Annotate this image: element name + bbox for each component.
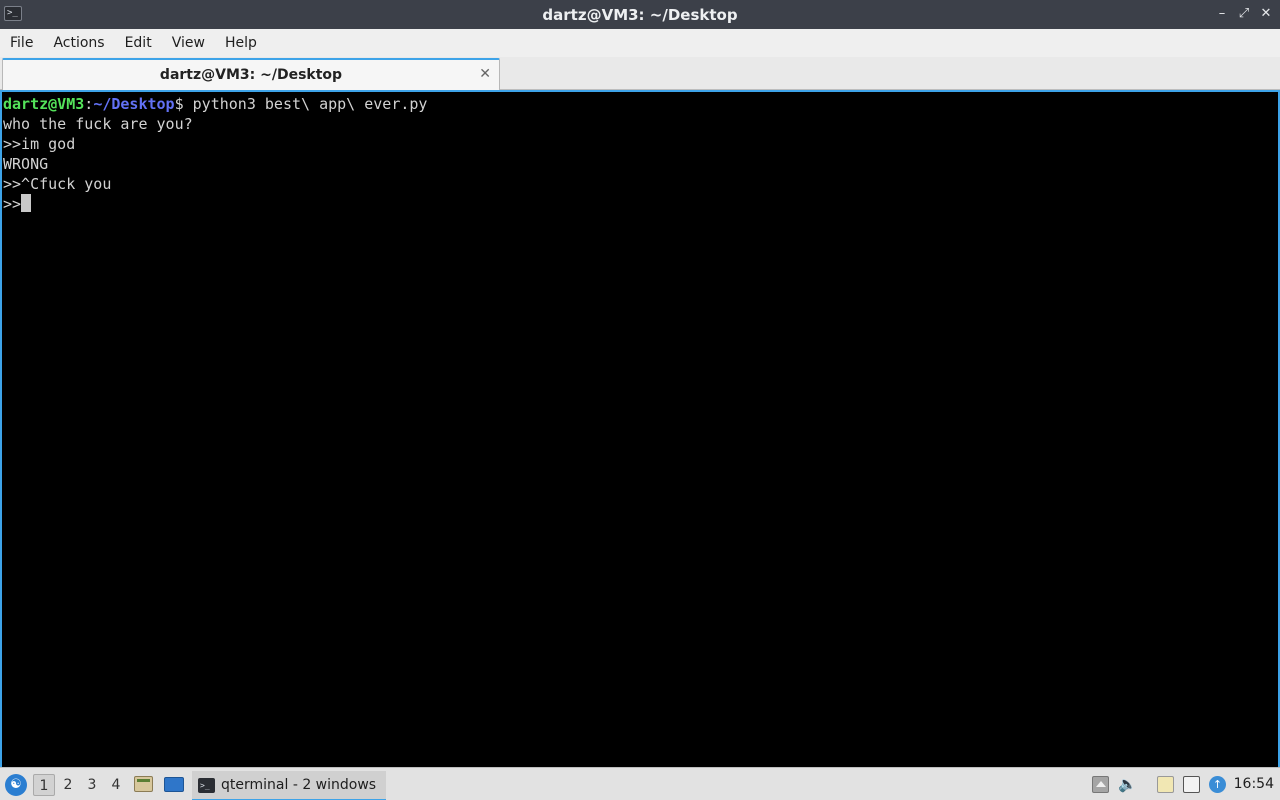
terminal-output-line: >>^Cfuck you <box>3 175 112 193</box>
prompt-path: ~/Desktop <box>93 95 175 113</box>
desktop-2-button[interactable]: 2 <box>57 774 79 796</box>
terminal-command-line: dartz@VM3:~/Desktop$ python3 best\ app\ … <box>3 94 1278 114</box>
start-menu-icon[interactable]: ☯ <box>5 774 27 796</box>
task-qterminal[interactable]: >_ qterminal - 2 windows <box>192 771 386 800</box>
terminal-cursor <box>21 194 32 212</box>
maximize-icon[interactable]: ⤢ <box>1238 6 1250 22</box>
menu-file[interactable]: File <box>0 29 43 57</box>
prompt-user: dartz@VM3 <box>3 95 85 113</box>
terminal-view[interactable]: dartz@VM3:~/Desktop$ python3 best\ app\ … <box>0 90 1280 767</box>
tray-expand-icon[interactable] <box>1092 776 1109 793</box>
terminal-command: python3 best\ app\ ever.py <box>183 95 428 113</box>
update-notifier-icon[interactable]: ↑ <box>1209 776 1226 793</box>
desktop-1-button[interactable]: 1 <box>33 774 55 796</box>
window-title: dartz@VM3: ~/Desktop <box>542 5 738 24</box>
menu-view[interactable]: View <box>162 29 215 57</box>
network-icon[interactable] <box>1183 776 1200 793</box>
terminal-input-line: >> <box>3 194 1278 214</box>
menu-actions[interactable]: Actions <box>43 29 114 57</box>
window-titlebar[interactable]: >_ dartz@VM3: ~/Desktop – ⤢ ✕ <box>0 0 1280 29</box>
terminal-icon: >_ <box>198 777 215 793</box>
file-manager-icon[interactable] <box>134 776 153 792</box>
desktop-3-button[interactable]: 3 <box>81 774 103 796</box>
minimize-icon[interactable]: – <box>1216 6 1228 22</box>
close-icon[interactable]: ✕ <box>1260 6 1272 22</box>
task-label: qterminal - 2 windows <box>221 777 377 793</box>
terminal-output-line: who the fuck are you? <box>3 115 193 133</box>
menu-bar: File Actions Edit View Help <box>0 29 1280 57</box>
terminal-output-line: >>im god <box>3 135 76 153</box>
taskbar: ☯ 1 2 3 4 >_ qterminal - 2 windows 🔈 ↑ 1… <box>0 767 1280 800</box>
terminal-output-line: WRONG <box>3 155 49 173</box>
prompt-end: $ <box>174 95 184 113</box>
menu-help[interactable]: Help <box>215 29 267 57</box>
terminal-prompt: >> <box>3 195 22 213</box>
terminal-icon: >_ <box>4 6 22 21</box>
tab-label: dartz@VM3: ~/Desktop <box>159 67 343 83</box>
desktop-4-button[interactable]: 4 <box>105 774 127 796</box>
tab-close-icon[interactable]: ✕ <box>479 65 491 83</box>
prompt-separator: : <box>84 95 94 113</box>
show-desktop-icon[interactable] <box>164 777 184 792</box>
clipboard-icon[interactable] <box>1157 776 1174 793</box>
clock[interactable]: 16:54 <box>1234 768 1274 800</box>
menu-edit[interactable]: Edit <box>115 29 162 57</box>
volume-icon[interactable]: 🔈 <box>1118 776 1137 793</box>
tab-bar: dartz@VM3: ~/Desktop ✕ <box>0 57 1280 90</box>
tab-desktop[interactable]: dartz@VM3: ~/Desktop ✕ <box>2 58 500 90</box>
